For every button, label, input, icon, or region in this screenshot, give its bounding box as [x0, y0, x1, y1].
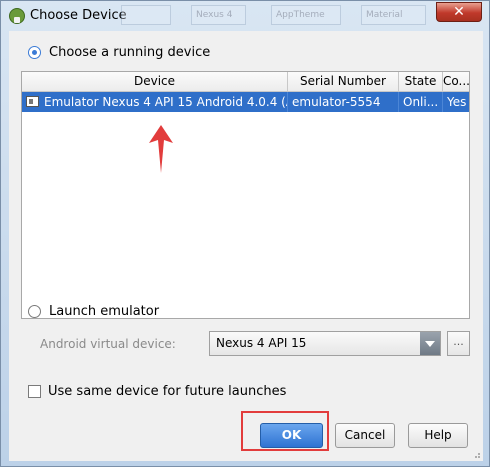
background-tab: Material [361, 5, 426, 25]
resize-grip-icon[interactable] [471, 449, 481, 459]
dialog-body: Choose a running device Device Serial Nu… [9, 31, 483, 461]
column-header-serial[interactable]: Serial Number [288, 72, 399, 91]
device-icon-cell [22, 92, 42, 112]
avd-select-value: Nexus 4 API 15 [216, 336, 307, 350]
background-tabs: Nexus 4 AppTheme Material [121, 5, 451, 25]
red-annotation-arrow-icon [149, 125, 173, 173]
column-header-device[interactable]: Device [22, 72, 288, 91]
emulator-device-icon [26, 96, 39, 107]
avd-label: Android virtual device: [40, 337, 176, 351]
background-tab: AppTheme [271, 5, 341, 25]
launch-emulator-radio[interactable] [28, 305, 41, 318]
table-header: Device Serial Number State Co... [22, 72, 469, 92]
choose-running-label[interactable]: Choose a running device [49, 45, 210, 60]
device-name-cell: Emulator Nexus 4 API 15 Android 4.0.4 (A [42, 92, 288, 112]
background-tab: Nexus 4 [191, 5, 246, 25]
background-tab [121, 5, 171, 25]
serial-cell: emulator-5554 [288, 92, 399, 112]
dialog-title: Choose Device [30, 8, 127, 23]
choose-device-dialog: Choose Device Nexus 4 AppTheme Material … [0, 0, 490, 467]
same-device-label[interactable]: Use same device for future launches [48, 384, 286, 399]
close-icon: ✕ [453, 4, 465, 20]
choose-running-radio[interactable] [28, 46, 41, 59]
ok-annotation-box [241, 411, 329, 451]
chevron-down-icon[interactable] [420, 332, 440, 355]
avd-more-button[interactable]: ... [447, 331, 470, 356]
compatible-cell: Yes [447, 95, 467, 109]
cancel-button[interactable]: Cancel [335, 423, 395, 448]
state-cell: Onli... [399, 92, 443, 112]
avd-select[interactable]: Nexus 4 API 15 [209, 331, 441, 356]
close-button[interactable]: ✕ [436, 2, 482, 22]
help-button[interactable]: Help [408, 423, 468, 448]
column-header-compatible[interactable]: Co... [443, 72, 469, 91]
launch-emulator-label[interactable]: Launch emulator [49, 304, 159, 319]
device-table[interactable]: Device Serial Number State Co... Emulato… [21, 71, 470, 319]
android-studio-icon [9, 8, 25, 24]
title-bar[interactable]: Choose Device Nexus 4 AppTheme Material … [1, 1, 489, 31]
column-header-state[interactable]: State [399, 72, 443, 91]
same-device-checkbox[interactable] [28, 385, 41, 398]
table-row[interactable]: Emulator Nexus 4 API 15 Android 4.0.4 (A… [22, 92, 469, 112]
